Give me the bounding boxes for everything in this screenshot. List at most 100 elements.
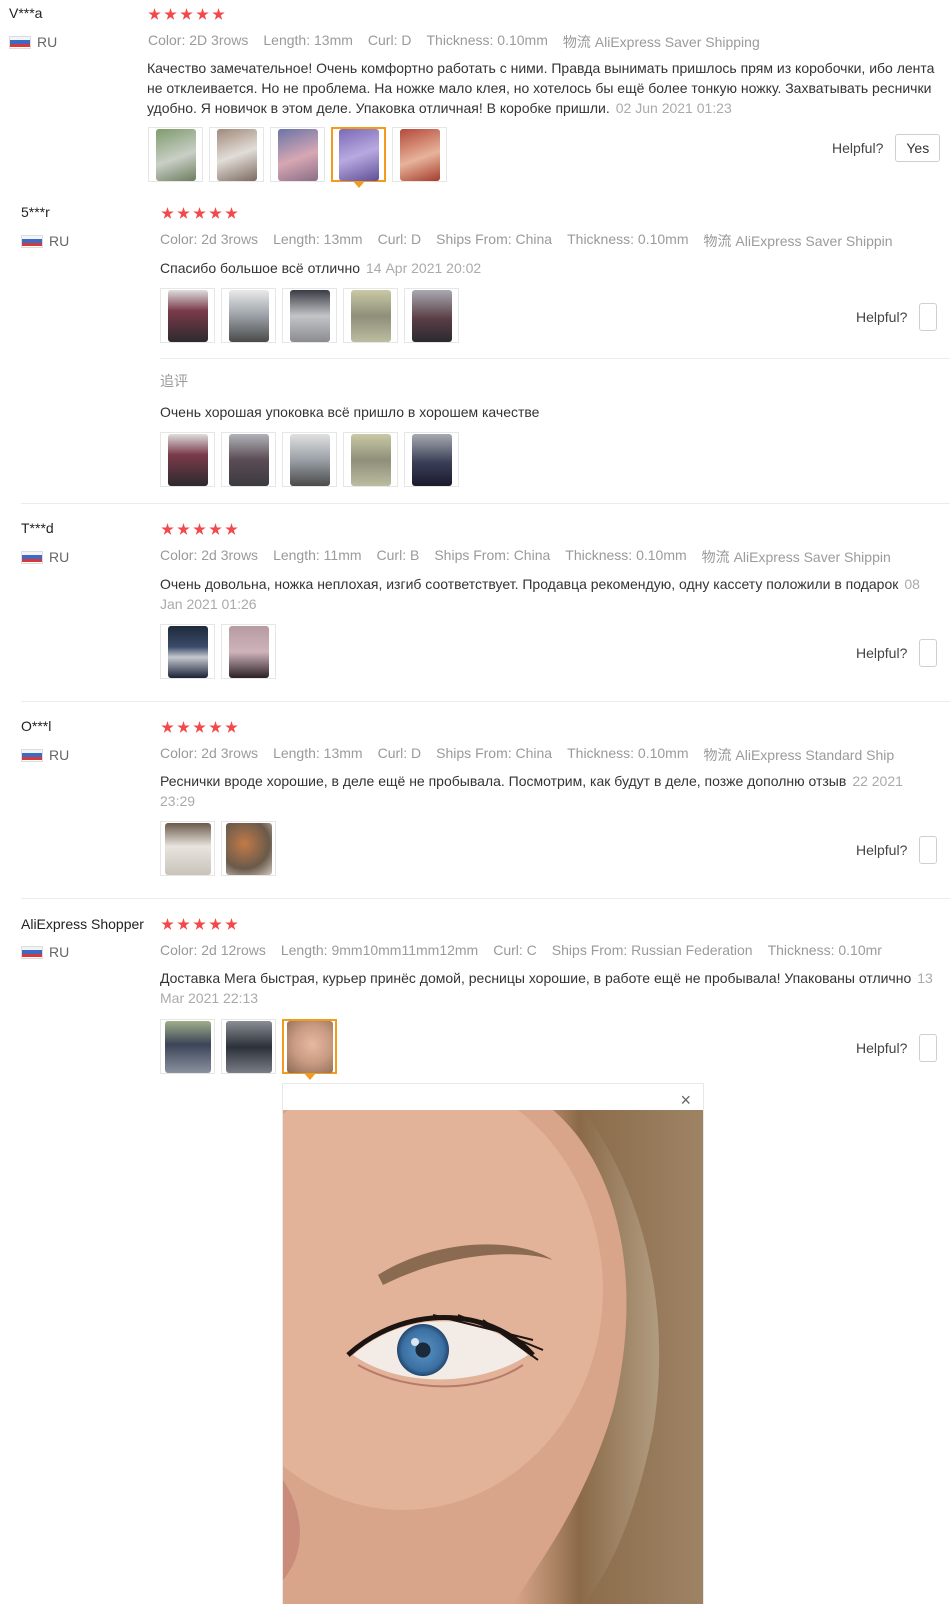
close-icon[interactable]: × [680, 1090, 691, 1110]
photo-thumbnail[interactable] [221, 1019, 276, 1074]
star-icon [225, 523, 238, 535]
photo-thumbnail[interactable] [221, 821, 276, 876]
review-photos [160, 821, 276, 876]
photo-thumbnail[interactable] [343, 432, 398, 487]
reviewer-country: RU [21, 549, 69, 565]
star-icon [209, 721, 222, 733]
attr-thickness: Thickness: 0.10mr [767, 942, 882, 958]
reviewer-country: RU [9, 34, 57, 50]
review-attributes: Color: 2d 3rows Length: 13mm Curl: D Shi… [160, 231, 950, 251]
reviewer-country: RU [21, 944, 69, 960]
star-icon [196, 8, 209, 20]
star-icon [161, 721, 174, 733]
photo-thumbnail[interactable] [282, 288, 337, 343]
review-text: Доставка Мега быстрая, курьер принёс дом… [160, 970, 933, 1006]
helpful-section: Helpful? [856, 1034, 938, 1062]
photo-thumbnail[interactable] [160, 1019, 215, 1074]
photo-thumbnail[interactable] [270, 127, 325, 182]
helpful-label: Helpful? [856, 1040, 908, 1056]
attr-ships-from: Ships From: China [434, 547, 551, 563]
review-photo-large [283, 1110, 703, 1604]
attr-color: Color: 2D 3rows [148, 32, 249, 48]
photo-thumbnail[interactable] [160, 821, 215, 876]
review-attributes: Color: 2d 3rows Length: 13mm Curl: D Shi… [160, 745, 950, 765]
star-rating [161, 523, 238, 536]
attr-curl: Curl: D [377, 231, 422, 247]
attr-length: Length: 13mm [273, 231, 363, 247]
star-icon [193, 918, 206, 930]
star-icon [161, 918, 174, 930]
attr-curl: Curl: C [493, 942, 537, 958]
russia-flag-icon [21, 550, 43, 564]
star-icon [209, 523, 222, 535]
eye-photo-illustration [283, 1110, 703, 1604]
helpful-yes-button[interactable]: Yes [895, 134, 941, 162]
attr-thickness: Thickness: 0.10mm [565, 547, 687, 563]
helpful-label: Helpful? [856, 842, 908, 858]
star-icon [177, 721, 190, 733]
review-divider [21, 701, 950, 702]
russia-flag-icon [9, 35, 31, 49]
photo-preview-popup: × [282, 1083, 704, 1604]
review-text: Реснички вроде хорошие, в деле ещё не пр… [160, 773, 903, 809]
star-icon [209, 918, 222, 930]
attr-curl: Curl: D [367, 32, 412, 48]
attr-length: Length: 9mm10mm11mm12mm [280, 942, 479, 958]
helpful-yes-button[interactable] [919, 639, 938, 667]
star-icon [193, 523, 206, 535]
attr-curl: Curl: D [377, 745, 422, 761]
helpful-section: Helpful? [856, 303, 938, 331]
review-text: Качество замечательное! Очень комфортно … [147, 60, 935, 116]
star-rating [161, 207, 238, 220]
photo-thumbnail-selected[interactable] [282, 1019, 337, 1080]
helpful-yes-button[interactable] [919, 303, 938, 331]
attr-ships-from: Ships From: Russian Federation [551, 942, 753, 958]
attr-shipping: 物流 AliExpress Saver Shippin [701, 549, 891, 565]
helpful-section: Helpful? [856, 639, 938, 667]
russia-flag-icon [21, 945, 43, 959]
star-icon [177, 207, 190, 219]
helpful-section: Helpful? Yes [832, 134, 941, 162]
photo-thumbnail[interactable] [404, 432, 459, 487]
photo-thumbnail[interactable] [148, 127, 203, 182]
photo-thumbnail[interactable] [160, 288, 215, 343]
star-icon [161, 523, 174, 535]
star-icon [225, 207, 238, 219]
photo-thumbnail-selected[interactable] [331, 127, 386, 188]
photo-thumbnail[interactable] [221, 288, 276, 343]
photo-thumbnail[interactable] [404, 288, 459, 343]
attr-shipping: 物流 AliExpress Saver Shippin [703, 233, 893, 249]
review-photos [160, 1019, 337, 1080]
attr-color: Color: 2d 3rows [160, 745, 259, 761]
star-icon [148, 8, 161, 20]
photo-thumbnail[interactable] [221, 432, 276, 487]
star-icon [212, 8, 225, 20]
review-photos [160, 288, 459, 343]
attr-thickness: Thickness: 0.10mm [567, 231, 689, 247]
attr-ships-from: Ships From: China [436, 231, 553, 247]
photo-thumbnail[interactable] [160, 624, 215, 679]
star-rating [161, 721, 238, 734]
photo-thumbnail[interactable] [209, 127, 264, 182]
followup-photos [160, 432, 459, 487]
photo-thumbnail[interactable] [282, 432, 337, 487]
photo-thumbnail[interactable] [221, 624, 276, 679]
followup-label: 追评 [160, 373, 188, 389]
helpful-yes-button[interactable] [919, 836, 938, 864]
photo-thumbnail[interactable] [160, 432, 215, 487]
photo-thumbnail[interactable] [343, 288, 398, 343]
photo-thumbnail[interactable] [392, 127, 447, 182]
helpful-yes-button[interactable] [919, 1034, 938, 1062]
attr-color: Color: 2d 3rows [160, 231, 259, 247]
attr-color: Color: 2d 12rows [160, 942, 266, 958]
review-text: Очень довольна, ножка неплохая, изгиб со… [160, 576, 920, 612]
review-photos [148, 127, 447, 188]
star-icon [225, 721, 238, 733]
reviewer-name: T***d [21, 520, 54, 536]
attr-curl: Curl: B [376, 547, 420, 563]
star-icon [193, 207, 206, 219]
review-attributes: Color: 2d 12rows Length: 9mm10mm11mm12mm… [160, 942, 950, 958]
star-rating [148, 8, 225, 21]
review-attributes: Color: 2D 3rows Length: 13mm Curl: D Thi… [148, 32, 950, 52]
attr-shipping: 物流 AliExpress Saver Shipping [562, 34, 760, 50]
